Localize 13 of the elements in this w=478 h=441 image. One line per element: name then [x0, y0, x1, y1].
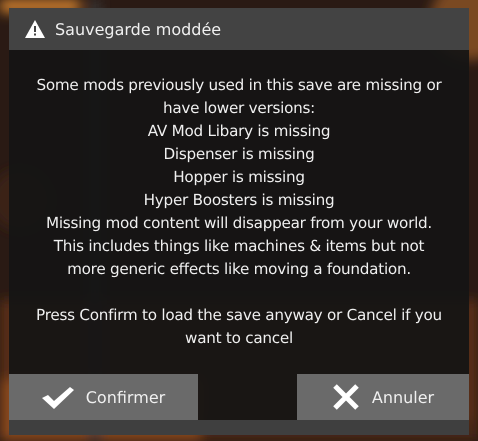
checkmark-icon [42, 385, 74, 409]
missing-mod-text: Hyper Boosters is missing [144, 190, 334, 211]
cancel-button[interactable]: Annuler [297, 374, 469, 420]
message-text: Some mods previously used in this save are missing or have lower versions: [35, 75, 443, 119]
confirm-button[interactable]: Confirmer [9, 374, 198, 420]
missing-mod-text: Hopper is missing [172, 167, 306, 188]
close-icon [332, 383, 360, 411]
missing-mod-text: Dispenser is missing [162, 144, 316, 165]
dialog-title: Sauvegarde moddée [55, 20, 222, 38]
prompt-text: Press Confirm to load the save anyway or Cancel if you want to cancel [35, 305, 443, 349]
missing-mod-text: AV Mod Libary is missing [146, 121, 332, 142]
warning-text: Missing mod content will disappear from your world. This includes things like machines & items but not more generic effects like moving a foundation. [44, 213, 434, 280]
warning-icon [25, 20, 45, 38]
